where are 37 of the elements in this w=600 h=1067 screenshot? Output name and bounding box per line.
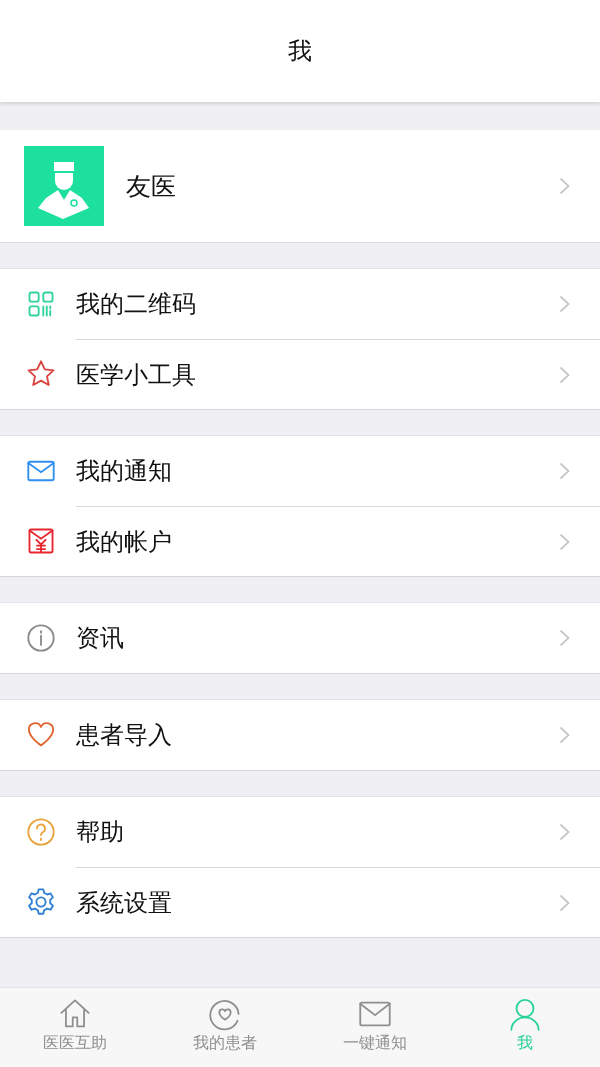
- chevron-icon: [559, 893, 570, 912]
- chevron-icon: [559, 823, 570, 841]
- qr-code-icon: [26, 289, 56, 319]
- menu-label: 我的帐户: [76, 526, 173, 558]
- chevron-icon: [559, 532, 570, 551]
- menu-label: 患者导入: [76, 720, 173, 751]
- menu-item[interactable]: 系统设置: [0, 867, 600, 937]
- menu-label: 医学小工具: [76, 359, 197, 391]
- user-name: 友医: [126, 170, 177, 203]
- chevron-icon: [559, 177, 570, 195]
- menu-label: 我的通知: [76, 456, 173, 487]
- menu-label: 帮助: [76, 817, 125, 848]
- menu-label: 我的二维码: [76, 289, 197, 320]
- menu-label: 系统设置: [76, 887, 173, 919]
- chevron-icon: [559, 629, 570, 647]
- help-icon: [26, 817, 56, 847]
- chevron-icon: [559, 365, 570, 384]
- doctor-avatar-icon: [24, 146, 104, 226]
- star-icon: [26, 359, 56, 389]
- menu-item[interactable]: 我的二维码: [0, 269, 600, 339]
- menu-item[interactable]: 医学小工具: [0, 339, 600, 409]
- menu-item[interactable]: 资讯: [0, 603, 600, 673]
- heart-circle-icon: [208, 997, 242, 1031]
- chevron-icon: [559, 295, 570, 313]
- menu-item[interactable]: 我的通知: [0, 436, 600, 506]
- menu-item[interactable]: 我的帐户: [0, 506, 600, 576]
- info-icon: [26, 623, 56, 653]
- settings-icon: [26, 887, 56, 917]
- chevron-icon: [559, 462, 570, 480]
- chevron-icon: [559, 726, 570, 744]
- menu-item[interactable]: 帮助: [0, 797, 600, 867]
- profile-row[interactable]: 友医: [0, 130, 600, 243]
- page-title: 我: [288, 36, 312, 67]
- person-icon: [508, 997, 542, 1031]
- menu-item[interactable]: 患者导入: [0, 700, 600, 770]
- menu-label: 资讯: [76, 623, 125, 654]
- yen-envelope-icon: [26, 526, 56, 556]
